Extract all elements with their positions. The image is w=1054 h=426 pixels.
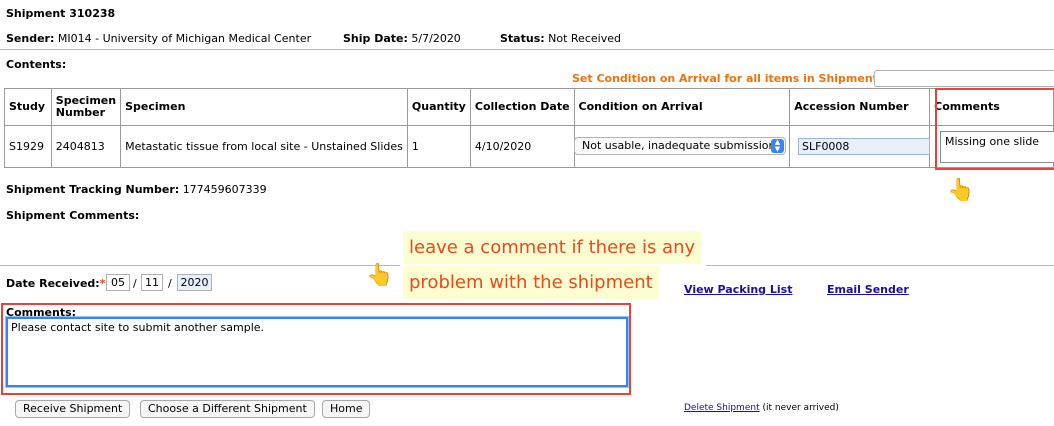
col-header-specimen-number: Specimen Number — [50, 88, 122, 126]
date-separator: / — [133, 277, 137, 290]
tracking-value: 177459607339 — [182, 183, 267, 196]
annotation-callout-line2: problem with the shipment — [403, 266, 659, 299]
cell-collection-date: 4/10/2020 — [469, 125, 575, 168]
cell-study: S1929 — [4, 125, 52, 168]
cell-quantity: 1 — [406, 125, 471, 168]
col-header-condition: Condition on Arrival — [573, 88, 791, 126]
divider — [0, 49, 1054, 50]
ship-date-label: Ship Date: — [343, 32, 408, 45]
condition-select[interactable]: Not usable, inadequate submission ▲ ▼ — [574, 137, 786, 155]
tracking-info: Shipment Tracking Number: 177459607339 — [6, 183, 267, 196]
comments-textarea[interactable]: Please contact site to submit another sa… — [6, 317, 628, 387]
date-day-input[interactable]: 11 — [141, 274, 163, 291]
tracking-label: Shipment Tracking Number: — [6, 183, 180, 196]
col-header-specimen: Specimen — [120, 88, 408, 126]
receive-shipment-button[interactable]: Receive Shipment — [15, 400, 131, 418]
chevron-updown-icon: ▲ ▼ — [771, 139, 784, 153]
choose-different-shipment-button[interactable]: Choose a Different Shipment — [140, 400, 315, 418]
date-received-label: Date Received:* — [6, 277, 105, 290]
view-packing-list-link[interactable]: View Packing List — [684, 283, 792, 296]
status-value: Not Received — [548, 32, 621, 45]
set-condition-label: Set Condition on Arrival for all items i… — [572, 72, 883, 85]
date-year-input[interactable]: 2020 — [177, 274, 212, 291]
page-title: Shipment 310238 — [6, 7, 116, 20]
divider — [706, 265, 1054, 266]
ship-date-info: Ship Date: 5/7/2020 — [343, 32, 461, 45]
delete-note: (it never arrived) — [762, 403, 839, 413]
col-header-accession: Accession Number — [789, 88, 931, 126]
shipment-comments-label: Shipment Comments: — [6, 209, 140, 222]
sender-value: MI014 - University of Michigan Medical C… — [57, 32, 312, 45]
delete-shipment-row: Delete Shipment (it never arrived) — [684, 403, 839, 413]
contents-label: Contents: — [6, 58, 67, 71]
date-separator: / — [168, 277, 172, 290]
pointing-hand-icon: 👆 — [366, 263, 394, 288]
col-header-specimen-number-text: Specimen Number — [55, 94, 117, 119]
email-sender-link[interactable]: Email Sender — [827, 283, 909, 296]
condition-select-value: Not usable, inadequate submission — [582, 139, 776, 152]
divider — [0, 265, 400, 266]
home-button[interactable]: Home — [322, 400, 371, 418]
ship-date-value: 5/7/2020 — [411, 32, 461, 45]
required-mark: * — [99, 277, 106, 290]
annotation-callout-line1: leave a comment if there is any — [403, 231, 702, 264]
status-info: Status: Not Received — [500, 32, 621, 45]
sender-info: Sender: MI014 - University of Michigan M… — [6, 32, 311, 45]
col-header-study: Study — [4, 88, 52, 126]
col-header-collection-date: Collection Date — [469, 88, 575, 126]
set-condition-input[interactable] — [874, 70, 1054, 87]
status-label: Status: — [500, 32, 545, 45]
table-header-row: Study Specimen Number Specimen Quantity … — [4, 88, 1054, 126]
cell-specimen-number: 2404813 — [50, 125, 122, 168]
date-month-input[interactable]: 05 — [106, 274, 130, 291]
col-header-quantity: Quantity — [406, 88, 471, 126]
comments-column-highlight — [935, 88, 1054, 170]
pointing-hand-icon: 👆 — [947, 178, 975, 203]
delete-shipment-link[interactable]: Delete Shipment — [684, 403, 760, 413]
date-received-label-text: Date Received: — [6, 277, 100, 290]
cell-specimen: Metastatic tissue from local site - Unst… — [120, 125, 408, 168]
contents-table: Study Specimen Number Specimen Quantity … — [4, 88, 1054, 168]
sender-label: Sender: — [6, 32, 55, 45]
accession-input[interactable]: SLF0008 — [798, 138, 930, 155]
